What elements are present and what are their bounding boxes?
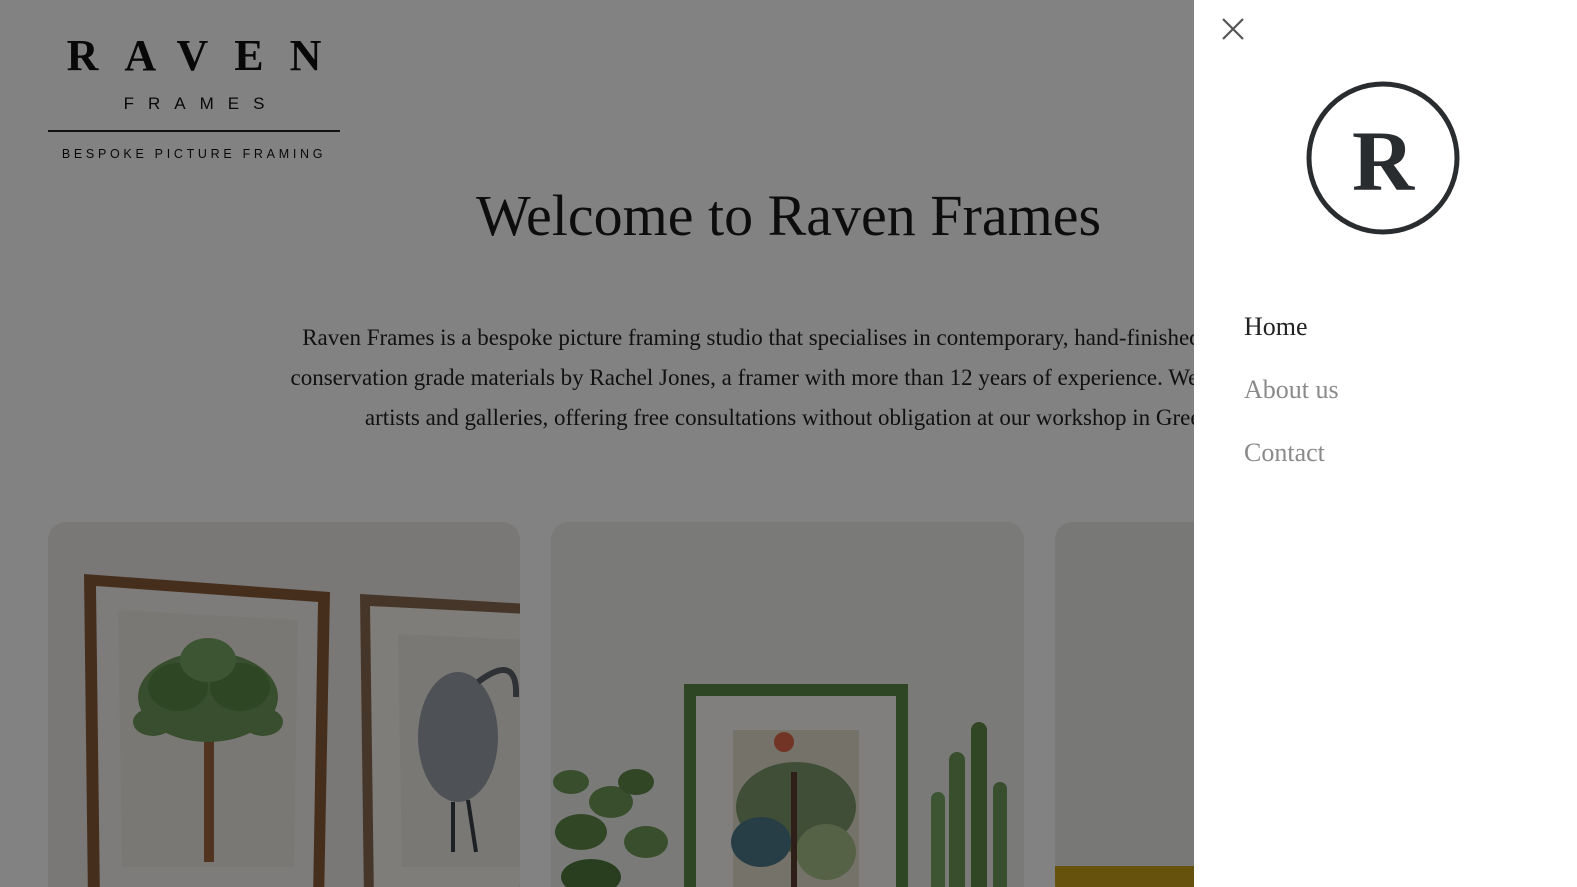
nav-item-home[interactable]: Home — [1244, 306, 1339, 369]
nav-item-about-us[interactable]: About us — [1244, 369, 1339, 432]
side-menu: R Home About us Contact — [1194, 0, 1577, 887]
nav-item-contact[interactable]: Contact — [1244, 432, 1339, 495]
brand-monogram[interactable]: R — [1305, 80, 1461, 236]
close-icon[interactable] — [1218, 14, 1248, 44]
main-nav: Home About us Contact — [1244, 306, 1339, 495]
page: RAVEN FRAMES BESPOKE PICTURE FRAMING Wel… — [0, 0, 1577, 887]
monogram-letter: R — [1352, 113, 1415, 209]
